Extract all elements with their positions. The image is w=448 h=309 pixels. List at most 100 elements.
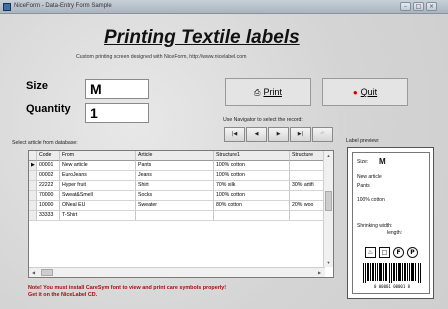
nav-next-button[interactable]: ▶ — [268, 127, 289, 142]
row-indicator — [29, 201, 37, 211]
scroll-left-icon[interactable]: ◀ — [29, 268, 38, 277]
preview-article: Pants — [357, 183, 370, 189]
cell-structure1[interactable]: 100% cotton — [214, 171, 290, 181]
app-icon — [3, 3, 11, 11]
cell-code[interactable]: 00001 — [37, 161, 60, 171]
table-row[interactable]: ▶ 00001 New article Pants 100% cotton — [29, 161, 324, 171]
maximize-button[interactable]: □ — [413, 2, 424, 11]
cell-from[interactable]: T-Shirt — [60, 211, 136, 221]
cell-code[interactable]: 70000 — [37, 191, 60, 201]
grid-caption: Select article from database: — [12, 140, 78, 146]
preview-article-from: New article — [357, 174, 382, 180]
cell-from[interactable]: Sweat&Smell — [60, 191, 136, 201]
row-indicator — [29, 211, 37, 221]
stop-icon: ● — [352, 88, 358, 97]
table-row[interactable]: 70000 Sweat&Smell Socks 100% cotton — [29, 191, 324, 201]
cell-article[interactable]: Shirt — [136, 181, 214, 191]
label-border: Size: M New article Pants 100% cotton Sh… — [352, 152, 430, 294]
cell-structure1[interactable]: 100% cotton — [214, 191, 290, 201]
print-button[interactable]: ⎙ Print — [225, 78, 311, 106]
minimize-button[interactable]: – — [400, 2, 411, 11]
cell-from[interactable]: EuroJeans — [60, 171, 136, 181]
cell-from[interactable]: ONeal EU — [60, 201, 136, 211]
nav-prev-button[interactable]: ◀ — [246, 127, 267, 142]
cell-article[interactable]: Pants — [136, 161, 214, 171]
label-preview: Size: M New article Pants 100% cotton Sh… — [347, 147, 434, 299]
preview-structure: 100% cotton — [357, 197, 385, 203]
row-indicator — [29, 171, 37, 181]
page-title: Printing Textile labels — [104, 27, 300, 48]
scroll-thumb[interactable] — [41, 269, 53, 276]
nav-last-button[interactable]: ▶| — [290, 127, 311, 142]
page-subtitle: Custom printing screen designed with Nic… — [76, 54, 247, 60]
cell-from[interactable]: New article — [60, 161, 136, 171]
barcode: 0 00001 00001 8 — [363, 263, 421, 289]
cell-structure[interactable] — [290, 191, 324, 201]
cell-structure[interactable] — [290, 211, 324, 221]
cell-article[interactable]: Jeans — [136, 171, 214, 181]
cell-structure[interactable] — [290, 161, 324, 171]
table-row[interactable]: 00002 EuroJeans Jeans 100% cotton — [29, 171, 324, 181]
column-header-from[interactable]: From — [60, 151, 136, 161]
cell-article[interactable]: Socks — [136, 191, 214, 201]
cell-code[interactable]: 22222 — [37, 181, 60, 191]
cell-structure1[interactable] — [214, 211, 290, 221]
quit-button-label: Quit — [360, 87, 378, 97]
grid-horizontal-scrollbar[interactable]: ◀ ▶ — [29, 267, 325, 277]
row-indicator — [29, 181, 37, 191]
preview-caption: Label preview: — [346, 138, 380, 144]
article-grid[interactable]: Code From Article Structure1 Structure ▶… — [28, 150, 334, 278]
cell-structure1[interactable]: 70% silk — [214, 181, 290, 191]
note-line-2: Get it on the NiceLabel CD. — [28, 292, 98, 298]
nav-refresh-button[interactable]: ↶ — [312, 127, 333, 142]
dry-icon: □ — [379, 247, 390, 258]
cell-code[interactable]: 00002 — [37, 171, 60, 181]
title-bar[interactable]: NiceForm - Data-Entry Form Sample – □ × — [0, 0, 448, 14]
cell-code[interactable]: 10000 — [37, 201, 60, 211]
scroll-up-icon[interactable]: ▲ — [324, 151, 333, 160]
table-row[interactable]: 10000 ONeal EU Sweater 80% cotton 20% wo… — [29, 201, 324, 211]
scroll-right-icon[interactable]: ▶ — [315, 268, 324, 277]
cell-code[interactable]: 33333 — [37, 211, 60, 221]
scroll-thumb[interactable] — [325, 191, 332, 211]
cell-structure[interactable] — [290, 171, 324, 181]
preview-shrinking-width: Shrinking width: — [357, 223, 393, 229]
window-title: NiceForm - Data-Entry Form Sample — [14, 3, 112, 9]
close-button[interactable]: × — [426, 2, 437, 11]
preview-size-value: M — [379, 157, 386, 166]
table-row[interactable]: 33333 T-Shirt — [29, 211, 324, 221]
font-warning-note: Note! You must install CareSym font to v… — [28, 285, 226, 299]
app-window: NiceForm - Data-Entry Form Sample – □ × … — [0, 0, 448, 309]
size-input[interactable]: M — [85, 79, 149, 99]
nav-first-button[interactable]: |◀ — [224, 127, 245, 142]
row-indicator — [29, 191, 37, 201]
note-line-1: Note! You must install CareSym font to v… — [28, 285, 227, 291]
column-header-code[interactable]: Code — [37, 151, 60, 161]
quantity-input[interactable]: 1 — [85, 103, 149, 123]
cell-structure[interactable]: 30% artifi — [290, 181, 324, 191]
cell-article[interactable]: Sweater — [136, 201, 214, 211]
care-symbols: ♨ □ F P — [365, 247, 418, 258]
quantity-label: Quantity — [26, 103, 71, 115]
cell-from[interactable]: Hyper fruit — [60, 181, 136, 191]
cell-article[interactable] — [136, 211, 214, 221]
print-button-label: Print — [263, 87, 282, 97]
grid-vertical-scrollbar[interactable]: ▲ ▼ — [323, 151, 333, 267]
cell-structure[interactable]: 20% woo — [290, 201, 324, 211]
navigator-caption: Use Navigator to select the record: — [223, 117, 303, 123]
row-selected-indicator: ▶ — [29, 161, 37, 171]
column-header-article[interactable]: Article — [136, 151, 214, 161]
row-indicator-header — [29, 151, 37, 161]
dryclean-icon: P — [407, 247, 418, 258]
size-label: Size — [26, 80, 49, 92]
quit-button[interactable]: ● Quit — [322, 78, 408, 106]
grid-header-row: Code From Article Structure1 Structure — [29, 151, 324, 161]
cell-structure1[interactable]: 80% cotton — [214, 201, 290, 211]
barcode-text: 0 00001 00001 8 — [374, 284, 411, 289]
iron-icon: F — [393, 247, 404, 258]
column-header-structure1[interactable]: Structure1 — [214, 151, 290, 161]
table-row[interactable]: 22222 Hyper fruit Shirt 70% silk 30% art… — [29, 181, 324, 191]
scroll-down-icon[interactable]: ▼ — [324, 258, 333, 267]
column-header-structure[interactable]: Structure — [290, 151, 324, 161]
cell-structure1[interactable]: 100% cotton — [214, 161, 290, 171]
